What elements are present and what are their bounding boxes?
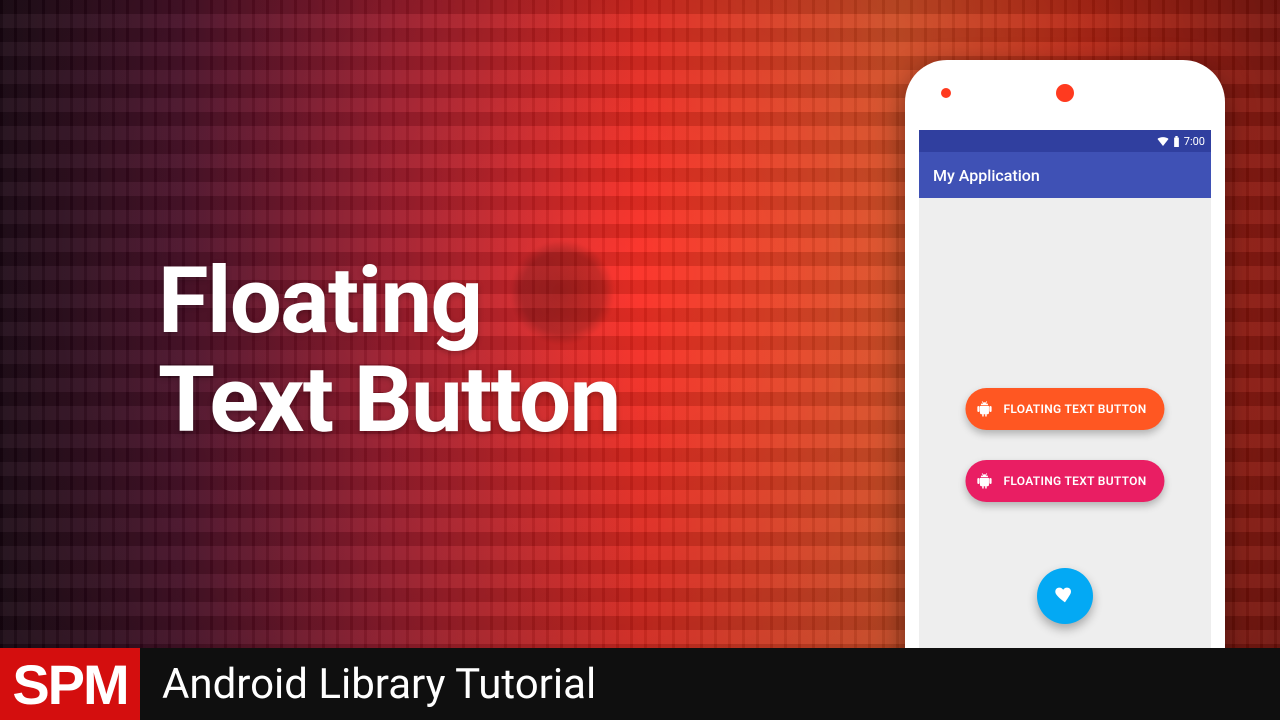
app-bar: My Application: [919, 152, 1211, 198]
hero-title-line1: Floating: [158, 252, 620, 351]
footer-subtitle: Android Library Tutorial: [162, 660, 596, 709]
floating-text-button-orange[interactable]: FLOATING TEXT BUTTON: [965, 388, 1164, 430]
phone-screen: 7:00 My Application FLOATING TEXT BUTTON: [919, 130, 1211, 685]
floating-text-button-pink[interactable]: FLOATING TEXT BUTTON: [965, 460, 1164, 502]
app-title: My Application: [933, 166, 1040, 185]
footer-bar: SPM Android Library Tutorial: [0, 648, 1280, 720]
phone-sensor-dot: [941, 88, 951, 98]
phone-bezel-top: [905, 60, 1225, 130]
status-bar: 7:00: [919, 130, 1211, 152]
fab-heart-button[interactable]: [1037, 568, 1093, 624]
status-time: 7:00: [1184, 135, 1205, 148]
floating-text-button-pink-label: FLOATING TEXT BUTTON: [1003, 474, 1146, 488]
hero-title-line2: Text Button: [158, 351, 620, 450]
floating-text-button-orange-label: FLOATING TEXT BUTTON: [1003, 402, 1146, 416]
android-icon: [975, 400, 993, 418]
phone-speaker: [1056, 84, 1074, 102]
battery-icon: [1173, 136, 1180, 147]
phone-mockup: 7:00 My Application FLOATING TEXT BUTTON: [905, 60, 1225, 685]
wifi-icon: [1157, 136, 1169, 146]
thumbnail-stage: Floating Text Button 7:00 My Application: [0, 0, 1280, 720]
hero-title: Floating Text Button: [158, 252, 620, 451]
app-body: FLOATING TEXT BUTTON FLOATING TEXT BUTTO…: [919, 198, 1211, 685]
android-icon: [975, 472, 993, 490]
channel-badge-text: SPM: [12, 652, 127, 717]
heart-icon: [1054, 583, 1076, 609]
channel-badge: SPM: [0, 648, 140, 720]
